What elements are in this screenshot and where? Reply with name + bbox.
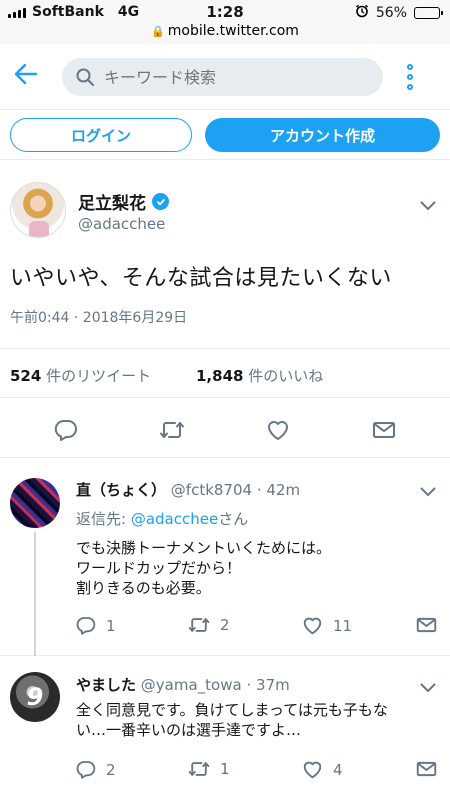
reply-tweet[interactable]: 直（ちょく） @fctk8704 · 42m 返信先: @adaccheeさん … — [0, 458, 450, 656]
avatar[interactable] — [10, 182, 66, 238]
retweet-icon — [160, 422, 184, 438]
like-button[interactable] — [264, 416, 292, 444]
back-button[interactable] — [10, 58, 42, 90]
reply-to-suffix: さん — [218, 510, 249, 528]
reply-time[interactable]: · 37m — [246, 676, 289, 694]
search-icon — [76, 68, 94, 86]
envelope-icon — [416, 617, 437, 633]
retweet-icon — [188, 762, 210, 776]
lock-icon: 🔒 — [151, 25, 165, 38]
reply-header: やました @yama_towa · 37m — [76, 674, 290, 695]
back-arrow-icon — [14, 63, 38, 85]
reply-icon — [76, 761, 96, 779]
reply-text-line: 全く同意見です。負けてしまっては元も子もな — [76, 701, 388, 719]
alarm-icon — [355, 4, 369, 22]
reply-author-name[interactable]: 直（ちょく） — [76, 481, 166, 499]
retweet-label: 件のリツイート — [46, 367, 152, 385]
heart-icon — [303, 617, 322, 635]
message-button[interactable] — [416, 616, 437, 634]
reply-text-line: 割りきるのも必要。 — [76, 579, 211, 597]
main-tweet: 足立梨花 @adacchee いやいや、そんな試合は見たいくない 午前0:44 … — [0, 160, 450, 458]
reply-count: 1 — [106, 616, 116, 635]
reply-author-handle[interactable]: @yama_towa — [141, 676, 242, 694]
retweet-icon — [188, 618, 210, 632]
reply-author-name[interactable]: やました — [76, 676, 136, 694]
reply-text-line: でも決勝トーナメントいくためには。 — [76, 539, 332, 557]
reply-icon — [76, 617, 96, 635]
tweet-stats: 524 件のリツイート 1,848 件のいいね — [0, 348, 450, 398]
tweet-text: いやいや、そんな試合は見たいくない — [10, 266, 392, 291]
retweet-count: 2 — [220, 616, 230, 634]
reply-time[interactable]: · 42m — [257, 481, 300, 499]
author-handle[interactable]: @adacchee — [78, 215, 165, 233]
reply-tweet[interactable]: 9 やました @yama_towa · 37m 全く同意見です。負けてしまっては… — [0, 656, 450, 800]
reply-text-line: い…一番辛いのは選手達ですよ… — [76, 721, 302, 739]
address-bar[interactable]: 🔒 mobile.twitter.com — [0, 23, 450, 39]
search-input[interactable] — [104, 67, 354, 87]
chevron-down-icon[interactable] — [420, 678, 436, 697]
retweet-button[interactable]: 1 — [188, 760, 230, 778]
retweet-button[interactable]: 2 — [188, 616, 230, 634]
auth-bar: ログイン アカウント作成 — [0, 110, 450, 160]
envelope-icon — [416, 761, 437, 777]
reply-button[interactable] — [52, 416, 80, 444]
avatar[interactable]: 9 — [10, 672, 60, 722]
reply-actions: 2 1 4 — [0, 760, 450, 784]
envelope-icon — [373, 422, 395, 438]
url-text: mobile.twitter.com — [167, 23, 299, 39]
reply-text: でも決勝トーナメントいくためには。 ワールドカップだから！ 割りきるのも必要。 — [76, 538, 436, 598]
search-box[interactable] — [62, 58, 383, 96]
author-name[interactable]: 足立梨花 — [78, 189, 146, 214]
heart-icon — [303, 761, 322, 779]
reply-author-handle[interactable]: @fctk8704 — [171, 481, 252, 499]
battery-percent: 56% — [375, 5, 407, 21]
reply-to-handle-link[interactable]: @adacchee — [131, 510, 218, 528]
message-button[interactable] — [416, 760, 437, 778]
reply-to-prefix: 返信先: — [76, 510, 131, 528]
like-count: 4 — [333, 760, 343, 779]
tweet-actions — [0, 416, 450, 446]
heart-icon — [268, 421, 288, 440]
status-right: 56% — [355, 4, 443, 22]
reply-actions: 1 2 11 — [0, 616, 450, 640]
reply-text: 全く同意見です。負けてしまっては元も子もな い…一番辛いのは選手達ですよ… — [76, 700, 436, 740]
reply-to-line: 返信先: @adaccheeさん — [76, 508, 248, 529]
reply-header: 直（ちょく） @fctk8704 · 42m — [76, 479, 300, 500]
reply-text-line: ワールドカップだから！ — [76, 559, 242, 577]
battery-icon — [414, 7, 443, 19]
retweet-button[interactable] — [158, 416, 186, 444]
like-button[interactable]: 4 — [302, 760, 343, 779]
retweet-count: 1 — [220, 760, 230, 778]
more-options-button[interactable] — [398, 60, 422, 94]
like-count: 1,848 — [196, 367, 244, 385]
chevron-down-icon[interactable] — [420, 196, 436, 215]
signup-button[interactable]: アカウント作成 — [205, 118, 440, 152]
like-stat[interactable]: 1,848 件のいいね — [196, 365, 323, 386]
reply-button[interactable]: 1 — [76, 616, 116, 635]
avatar-number: 9 — [26, 683, 44, 711]
message-button[interactable] — [370, 416, 398, 444]
like-count: 11 — [333, 616, 353, 635]
retweet-stat[interactable]: 524 件のリツイート — [10, 365, 151, 386]
retweet-count: 524 — [10, 367, 42, 385]
reply-button[interactable]: 2 — [76, 760, 116, 779]
avatar[interactable] — [10, 478, 60, 528]
tweet-timestamp[interactable]: 午前0:44 · 2018年6月29日 — [10, 307, 187, 327]
status-bar: SoftBank 4G 1:28 56% 🔒 mobile.twitter.com — [0, 0, 450, 44]
chevron-down-icon[interactable] — [420, 482, 436, 501]
author-name-row[interactable]: 足立梨花 — [78, 189, 169, 214]
like-button[interactable]: 11 — [302, 616, 352, 635]
reply-icon — [54, 419, 77, 441]
like-label: 件のいいね — [248, 367, 324, 385]
reply-count: 2 — [106, 760, 116, 779]
top-header — [0, 44, 450, 110]
verified-badge-icon — [152, 193, 169, 210]
login-button[interactable]: ログイン — [10, 118, 192, 152]
